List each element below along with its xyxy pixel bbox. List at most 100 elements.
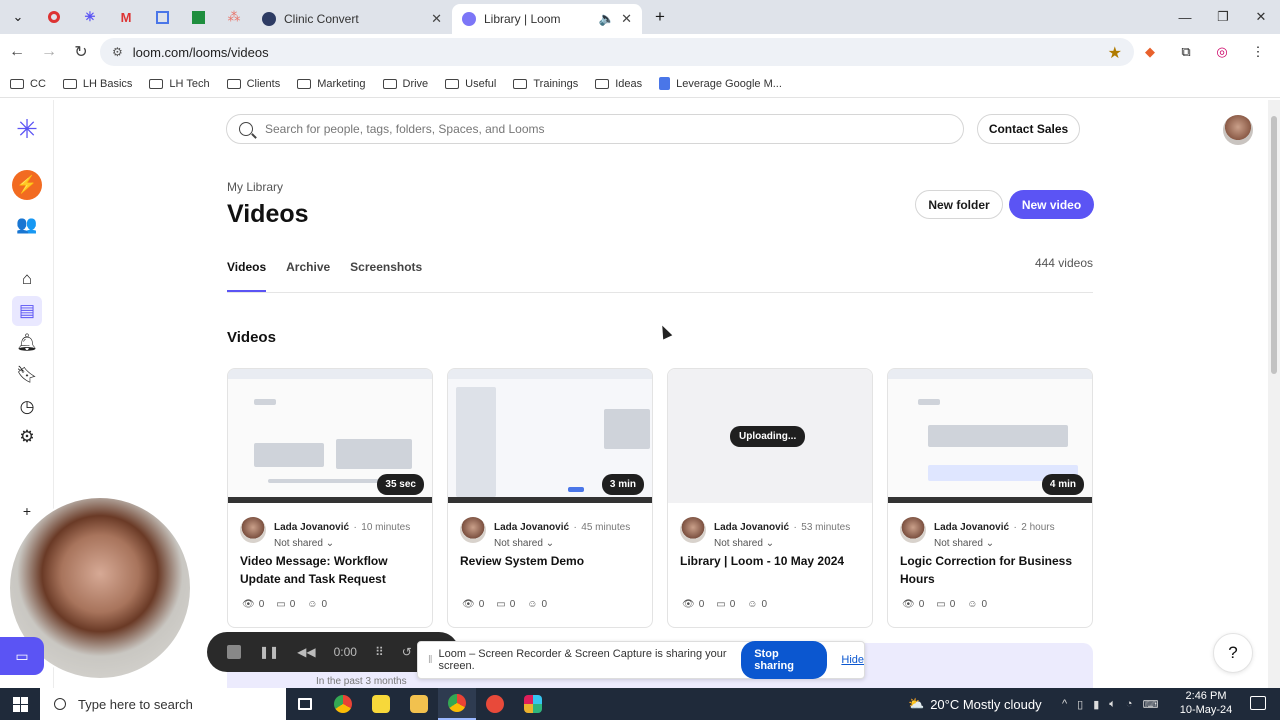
library-icon[interactable]: ▤	[12, 296, 42, 326]
video-title[interactable]: Video Message: Workflow Update and Task …	[240, 552, 420, 588]
tab-library-loom[interactable]: Library | Loom 🔈 ✕	[452, 4, 642, 34]
minimize-icon[interactable]: —	[1166, 0, 1204, 34]
search-input[interactable]: Search for people, tags, folders, Spaces…	[226, 114, 964, 144]
restore-icon[interactable]: ❐	[1204, 0, 1242, 34]
drag-handle-icon[interactable]: ‖	[428, 654, 433, 666]
video-thumbnail[interactable]: 3 min	[448, 369, 652, 503]
video-card[interactable]: 35 sec Lada Jovanović · 10 minutes Not s…	[227, 368, 433, 628]
bookmark-folder[interactable]: LH Tech	[149, 78, 210, 90]
loom-extension-icon[interactable]: ◆	[1138, 40, 1162, 64]
tab-screenshots[interactable]: Screenshots	[350, 260, 422, 293]
rewind-icon[interactable]: ◀◀	[297, 645, 315, 659]
back-icon[interactable]: ←	[2, 37, 32, 67]
bookmark-folder[interactable]: CC	[10, 78, 46, 90]
task-view-icon[interactable]	[286, 688, 324, 720]
scrollbar-thumb[interactable]	[1271, 116, 1277, 374]
video-card[interactable]: 4 min Lada Jovanović · 2 hours Not share…	[887, 368, 1093, 628]
sharing-status-dropdown[interactable]: Not shared ⌄	[274, 538, 410, 549]
bookmark-icon[interactable]: 🔖︎	[12, 360, 42, 390]
speaker-icon[interactable]: 🔈	[599, 11, 615, 27]
video-title[interactable]: Library | Loom - 10 May 2024	[680, 552, 860, 570]
pinned-tab-gmail-icon[interactable]: M	[108, 0, 144, 34]
sharing-status-dropdown[interactable]: Not shared ⌄	[934, 538, 1055, 549]
user-avatar[interactable]	[1223, 115, 1253, 145]
chrome-profile-icon[interactable]	[438, 688, 476, 720]
taskbar-search-input[interactable]: Type here to search	[40, 688, 286, 720]
weather-widget[interactable]: ⛅ 20°C Mostly cloudy	[908, 688, 1042, 720]
windows-start-icon[interactable]	[0, 688, 40, 720]
reload-icon[interactable]: ↻	[66, 37, 96, 67]
tab-archive[interactable]: Archive	[286, 260, 330, 293]
volume-icon[interactable]: 🔈︎	[1109, 698, 1116, 711]
bookmark-folder[interactable]: Ideas	[595, 78, 642, 90]
battery-icon[interactable]: ▮	[1093, 698, 1099, 711]
scrollbar[interactable]	[1268, 100, 1280, 688]
video-thumbnail[interactable]: 4 min	[888, 369, 1092, 503]
bookmark-folder[interactable]: Clients	[226, 78, 280, 90]
hide-link[interactable]: Hide	[841, 654, 864, 666]
sharing-status-dropdown[interactable]: Not shared ⌄	[714, 538, 850, 549]
members-icon[interactable]: 👥	[12, 210, 42, 240]
video-card[interactable]: 3 min Lada Jovanović · 45 minutes Not sh…	[447, 368, 653, 628]
bookmark-star-icon[interactable]: ★	[1108, 43, 1122, 63]
video-title[interactable]: Logic Correction for Business Hours	[900, 552, 1080, 588]
settings-gear-icon[interactable]: ⚙	[12, 422, 42, 452]
pause-icon[interactable]: ❚❚	[259, 645, 279, 659]
chrome-icon[interactable]	[324, 688, 362, 720]
forward-icon[interactable]: →	[34, 37, 64, 67]
home-icon[interactable]: ⌂	[12, 264, 42, 294]
loom-logo-icon[interactable]: ✳	[12, 114, 42, 144]
video-card[interactable]: Uploading... Lada Jovanović · 53 minutes…	[667, 368, 873, 628]
bookmark-link[interactable]: Leverage Google M...	[659, 77, 782, 90]
drag-grid-icon[interactable]: ⠿	[375, 645, 384, 659]
sticky-notes-icon[interactable]	[362, 688, 400, 720]
workspace-lightning-icon[interactable]: ⚡	[12, 170, 42, 200]
restart-icon[interactable]: ↺	[402, 645, 412, 659]
close-tab-icon[interactable]: ✕	[431, 11, 442, 27]
bookmark-folder[interactable]: Marketing	[297, 78, 366, 90]
tab-search-icon[interactable]: ⌄	[0, 0, 36, 34]
pinned-tab-asana-icon[interactable]: ⁂	[216, 0, 252, 34]
close-window-icon[interactable]: ✕	[1242, 0, 1280, 34]
network-icon[interactable]: ▯	[1077, 698, 1083, 711]
stop-recording-icon[interactable]	[227, 645, 241, 659]
help-button[interactable]: ?	[1213, 633, 1253, 673]
sharing-status-dropdown[interactable]: Not shared ⌄	[494, 538, 630, 549]
new-folder-button[interactable]: New folder	[915, 190, 1003, 219]
profile-icon[interactable]: ◎	[1210, 40, 1234, 64]
new-video-button[interactable]: New video	[1009, 190, 1094, 219]
file-explorer-icon[interactable]	[400, 688, 438, 720]
history-clock-icon[interactable]: ◷	[12, 392, 42, 422]
keyboard-icon[interactable]: ⌨	[1143, 698, 1159, 711]
pinned-tab-calendar-icon[interactable]	[144, 0, 180, 34]
video-thumbnail[interactable]: 35 sec	[228, 369, 432, 503]
bookmark-folder[interactable]: Trainings	[513, 78, 578, 90]
close-tab-icon[interactable]: ✕	[621, 11, 632, 27]
tab-videos[interactable]: Videos	[227, 260, 267, 293]
pinned-tab-sheets-icon[interactable]	[180, 0, 216, 34]
bookmark-folder[interactable]: LH Basics	[62, 78, 132, 90]
video-title[interactable]: Review System Demo	[460, 552, 640, 570]
address-bar[interactable]: ⚙ loom.com/looms/videos ★	[100, 38, 1134, 66]
new-tab-icon[interactable]: +	[642, 0, 678, 34]
menu-kebab-icon[interactable]: ⋮	[1246, 40, 1270, 64]
tab-clinic-convert[interactable]: Clinic Convert ✕	[252, 4, 452, 34]
bookmark-folder[interactable]: Useful	[445, 78, 496, 90]
chevron-up-icon[interactable]: ^	[1062, 698, 1067, 710]
site-info-icon[interactable]: ⚙	[112, 45, 123, 59]
extensions-puzzle-icon[interactable]: ⧉	[1174, 40, 1198, 64]
taskbar-clock[interactable]: 2:46 PM 10-May-24	[1176, 689, 1236, 717]
pinned-tab-red-icon[interactable]	[36, 0, 72, 34]
notifications-bell-icon[interactable]: 🔔︎	[12, 328, 42, 358]
pinned-tab-loom-icon[interactable]: ✳	[72, 0, 108, 34]
video-thumbnail[interactable]: Uploading...	[668, 369, 872, 503]
slack-icon[interactable]	[514, 688, 552, 720]
bookmark-folder[interactable]: Drive	[382, 78, 428, 90]
contact-sales-button[interactable]: Contact Sales	[977, 114, 1080, 144]
stop-sharing-button[interactable]: Stop sharing	[741, 641, 828, 679]
check-app-icon[interactable]	[476, 688, 514, 720]
breadcrumb[interactable]: My Library	[227, 180, 283, 194]
wifi-icon[interactable]: ◔	[1126, 698, 1133, 710]
notification-center-icon[interactable]	[1250, 696, 1266, 710]
camera-toggle-icon[interactable]: ▭	[0, 637, 44, 675]
